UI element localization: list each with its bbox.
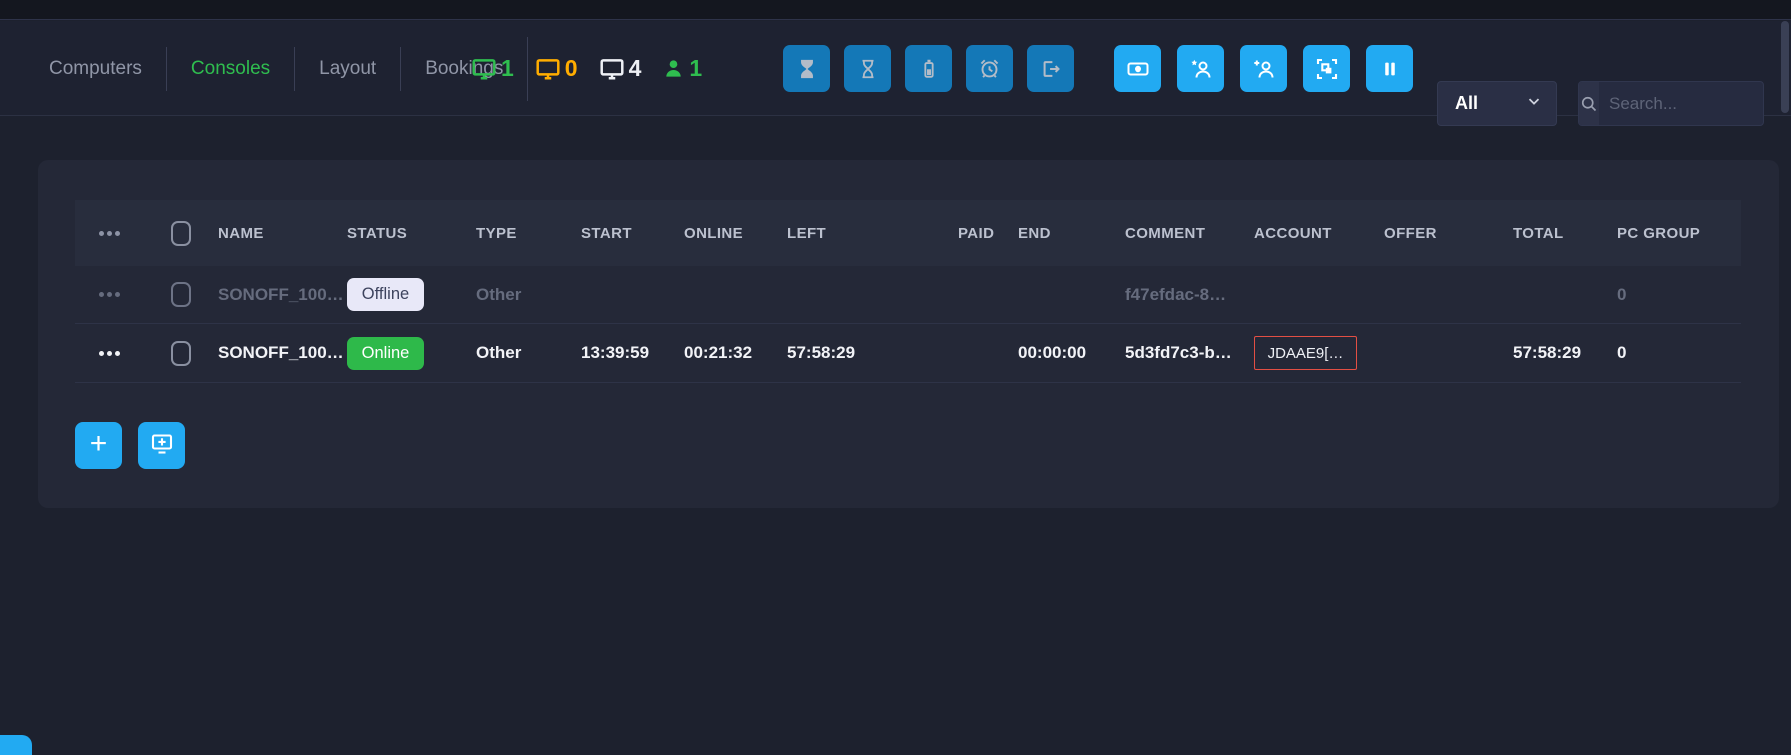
total-consoles-counter: 4	[599, 55, 642, 82]
header-type[interactable]: TYPE	[476, 225, 581, 242]
money-icon	[1126, 57, 1150, 81]
frame-button[interactable]	[1303, 45, 1350, 92]
consoles-card: NAME STATUS TYPE START ONLINE LEFT PAID …	[38, 160, 1779, 508]
header-paid[interactable]: PAID	[958, 225, 1018, 242]
filter-select[interactable]: All	[1437, 81, 1557, 126]
add-guest-icon	[1252, 57, 1276, 81]
add-member-icon	[1189, 57, 1213, 81]
user-icon	[662, 57, 685, 80]
cell-type: Other	[476, 343, 581, 363]
hourglass-filled-icon	[796, 58, 818, 80]
cell-online: 00:21:32	[684, 343, 787, 363]
search-box[interactable]	[1578, 81, 1764, 126]
money-button[interactable]	[1114, 45, 1161, 92]
table-row[interactable]: SONOFF_100… Online Other 13:39:59 00:21:…	[75, 324, 1741, 383]
alarm-icon	[978, 57, 1001, 80]
select-all-checkbox[interactable]	[171, 221, 191, 246]
online-consoles-counter: 1	[471, 55, 514, 82]
status-counters: 1 0 4 1	[471, 21, 702, 116]
search-icon	[1579, 82, 1599, 125]
navbar: Computers Consoles Layout Bookings 1 0 4…	[0, 21, 1791, 116]
counter-value: 4	[629, 55, 642, 82]
logout-icon	[1040, 58, 1062, 80]
monitor-icon	[471, 56, 497, 82]
cell-comment: f47efdac-8…	[1125, 285, 1254, 305]
counter-value: 1	[501, 55, 514, 82]
consoles-table: NAME STATUS TYPE START ONLINE LEFT PAID …	[75, 200, 1741, 383]
row-checkbox[interactable]	[171, 282, 191, 307]
logout-button[interactable]	[1027, 45, 1074, 92]
cell-pc-group: 0	[1617, 285, 1741, 305]
frame-icon	[1315, 57, 1339, 81]
header-name[interactable]: NAME	[218, 225, 347, 242]
status-badge: Online	[347, 337, 424, 370]
pending-consoles-counter: 0	[535, 55, 578, 82]
account-alert-box[interactable]: JDAAE9[…	[1254, 336, 1357, 370]
account-toolbar	[1114, 21, 1413, 116]
header-online[interactable]: ONLINE	[684, 225, 787, 242]
tab-computers[interactable]: Computers	[49, 58, 166, 80]
hourglass-outline-button[interactable]	[844, 45, 891, 92]
table-header-row: NAME STATUS TYPE START ONLINE LEFT PAID …	[75, 200, 1741, 266]
top-strip	[0, 0, 1791, 20]
status-badge: Offline	[347, 278, 424, 311]
hourglass-outline-icon	[857, 58, 879, 80]
scrollbar-thumb[interactable]	[1781, 21, 1789, 113]
chat-widget-launcher[interactable]	[0, 735, 32, 755]
card-actions: +	[75, 422, 185, 469]
hourglass-filled-button[interactable]	[783, 45, 830, 92]
pause-button[interactable]	[1366, 45, 1413, 92]
header-account[interactable]: ACCOUNT	[1254, 225, 1384, 242]
counter-value: 0	[565, 55, 578, 82]
monitor-icon	[535, 56, 561, 82]
session-toolbar	[783, 21, 1074, 116]
import-console-button[interactable]	[138, 422, 185, 469]
header-offer[interactable]: OFFER	[1384, 225, 1513, 242]
cell-comment: 5d3fd7c3-b…	[1125, 343, 1254, 363]
header-left[interactable]: LEFT	[787, 225, 958, 242]
table-row[interactable]: SONOFF_100… Offline Other f47efdac-8… 0	[75, 266, 1741, 324]
chevron-down-icon	[1525, 92, 1543, 115]
search-input[interactable]	[1599, 82, 1764, 125]
cell-name: SONOFF_100…	[218, 343, 347, 363]
add-console-icon	[150, 432, 174, 459]
counter-value: 1	[689, 55, 702, 82]
header-comment[interactable]: COMMENT	[1125, 225, 1254, 242]
cell-left: 57:58:29	[787, 343, 958, 363]
battery-button[interactable]	[905, 45, 952, 92]
cell-pc-group: 0	[1617, 343, 1741, 363]
tab-consoles[interactable]: Consoles	[167, 58, 294, 80]
plus-icon: +	[90, 429, 108, 459]
row-actions-menu[interactable]	[99, 292, 120, 297]
header-start[interactable]: START	[581, 225, 684, 242]
header-status[interactable]: STATUS	[347, 225, 476, 242]
header-pc-group[interactable]: PC GROUP	[1617, 225, 1741, 242]
header-actions-menu[interactable]	[99, 231, 120, 236]
cell-name: SONOFF_100…	[218, 285, 347, 305]
monitor-icon	[599, 56, 625, 82]
cell-type: Other	[476, 285, 581, 305]
alarm-button[interactable]	[966, 45, 1013, 92]
add-console-button[interactable]: +	[75, 422, 122, 469]
tab-layout[interactable]: Layout	[295, 58, 400, 80]
add-member-button[interactable]	[1177, 45, 1224, 92]
cell-total: 57:58:29	[1513, 343, 1617, 363]
row-actions-menu[interactable]	[99, 351, 120, 356]
nav-tabs: Computers Consoles Layout Bookings	[49, 21, 528, 116]
pause-icon	[1379, 58, 1401, 80]
filter-selected-value: All	[1455, 93, 1478, 114]
cell-start: 13:39:59	[581, 343, 684, 363]
header-total[interactable]: TOTAL	[1513, 225, 1617, 242]
cell-end: 00:00:00	[1018, 343, 1125, 363]
active-users-counter: 1	[662, 55, 702, 82]
header-end[interactable]: END	[1018, 225, 1125, 242]
battery-icon	[918, 58, 940, 80]
add-guest-button[interactable]	[1240, 45, 1287, 92]
row-checkbox[interactable]	[171, 341, 191, 366]
